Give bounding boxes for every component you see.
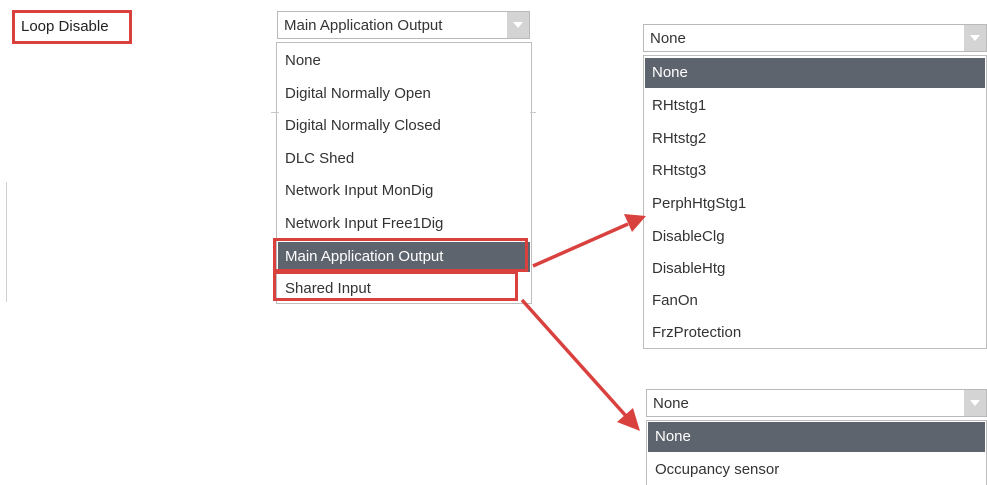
app-option-none[interactable]: None [645, 58, 985, 88]
shared-input-dropdown[interactable]: None [646, 389, 987, 417]
option-network-input-free1dig[interactable]: Network Input Free1Dig [278, 209, 530, 239]
main-dropdown-value: Main Application Output [284, 16, 443, 34]
app-output-list: None RHtstg1 RHtstg2 RHtstg3 PerphHtgStg… [643, 55, 987, 349]
app-option-frzprotection[interactable]: FrzProtection [645, 318, 985, 348]
loop-disable-label-text: Loop Disable [21, 18, 109, 35]
chevron-down-icon[interactable] [964, 25, 986, 51]
option-shared-input[interactable]: Shared Input [278, 274, 530, 304]
divider [6, 182, 7, 302]
app-option-rhtstg2[interactable]: RHtstg2 [645, 124, 985, 154]
app-option-rhtstg1[interactable]: RHtstg1 [645, 91, 985, 121]
shared-input-list: None Occupancy sensor [646, 420, 987, 485]
arrow-icon [520, 298, 640, 431]
chevron-down-icon[interactable] [507, 12, 529, 38]
option-main-application-output[interactable]: Main Application Output [278, 242, 530, 272]
list-edge [530, 112, 536, 113]
chevron-down-icon[interactable] [964, 390, 986, 416]
main-dropdown-list: None Digital Normally Open Digital Norma… [276, 42, 532, 304]
list-edge [271, 112, 279, 113]
option-none[interactable]: None [278, 46, 530, 76]
loop-disable-label: Loop Disable [12, 10, 132, 44]
option-network-input-mondig[interactable]: Network Input MonDig [278, 176, 530, 206]
option-digital-normally-closed[interactable]: Digital Normally Closed [278, 111, 530, 141]
option-dlc-shed[interactable]: DLC Shed [278, 144, 530, 174]
shared-input-dropdown-value: None [653, 394, 689, 412]
app-option-perphhtgstg1[interactable]: PerphHtgStg1 [645, 189, 985, 219]
shared-option-occupancy-sensor[interactable]: Occupancy sensor [648, 455, 985, 485]
app-output-dropdown[interactable]: None [643, 24, 987, 52]
app-option-rhtstg3[interactable]: RHtstg3 [645, 156, 985, 186]
shared-option-none[interactable]: None [648, 422, 985, 452]
app-option-disablehtg[interactable]: DisableHtg [645, 254, 985, 284]
main-dropdown[interactable]: Main Application Output [277, 11, 530, 39]
app-option-disableclg[interactable]: DisableClg [645, 222, 985, 252]
option-digital-normally-open[interactable]: Digital Normally Open [278, 79, 530, 109]
app-option-fanon[interactable]: FanOn [645, 286, 985, 316]
app-output-dropdown-value: None [650, 29, 686, 47]
arrow-icon [532, 214, 646, 268]
